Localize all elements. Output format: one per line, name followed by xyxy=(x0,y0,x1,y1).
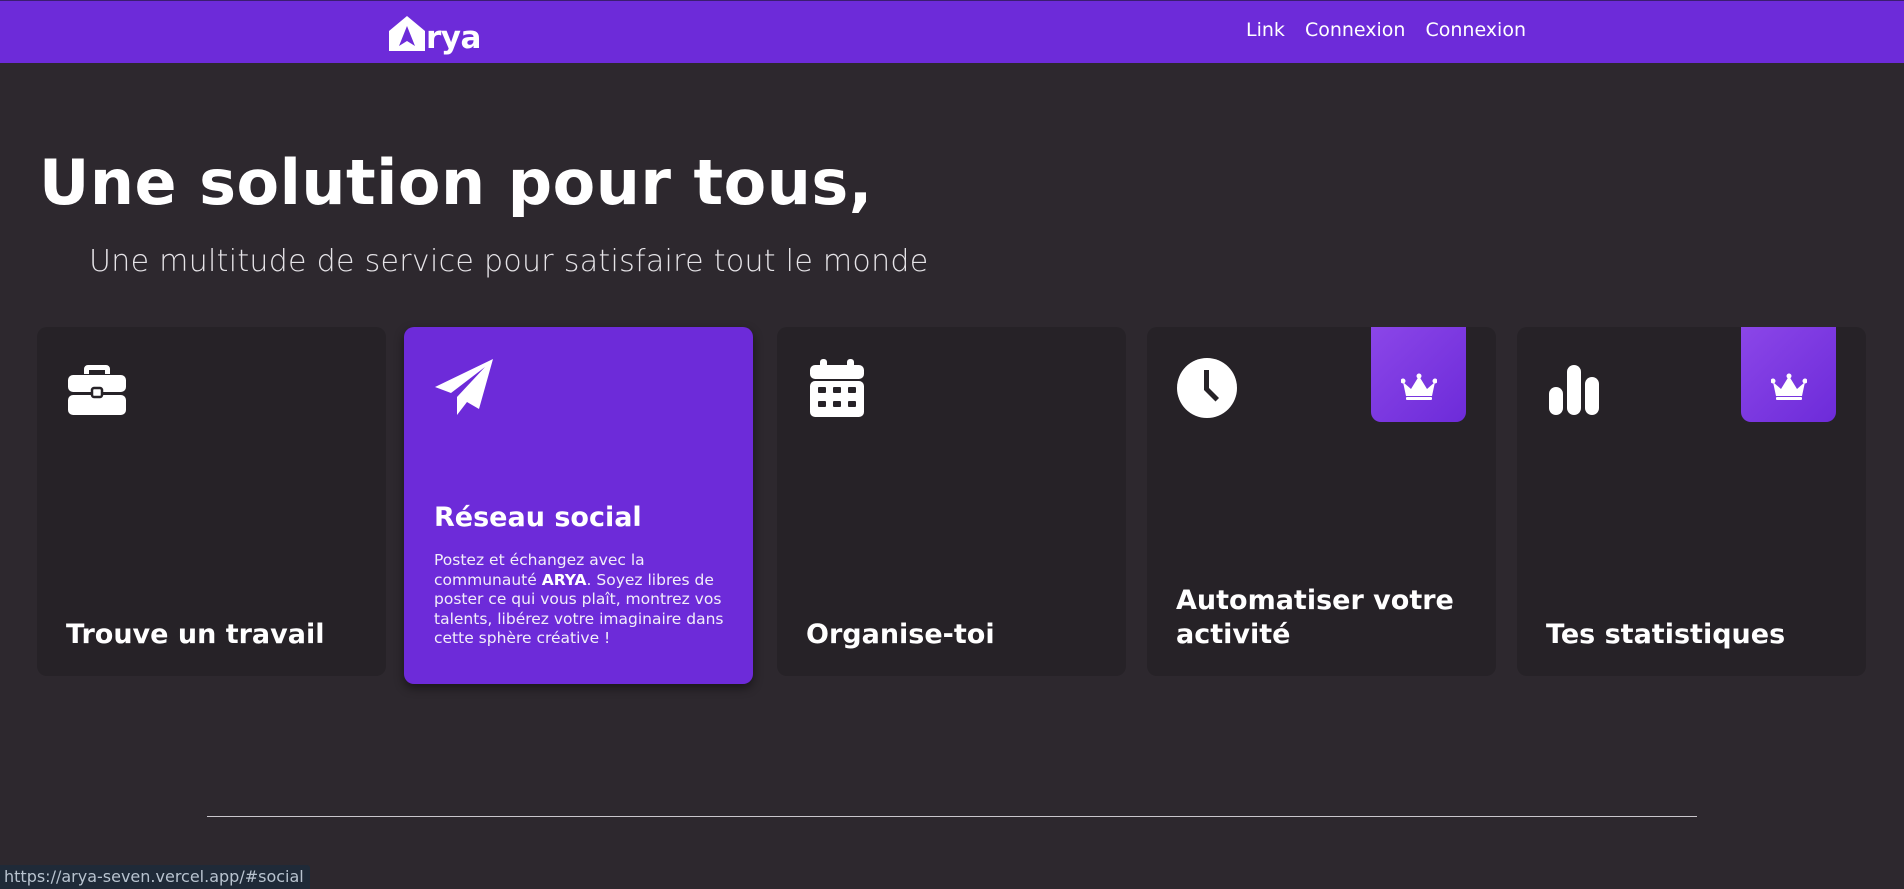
navbar: rya Link Connexion Connexion xyxy=(0,0,1904,63)
nav-links: Link Connexion Connexion xyxy=(1246,19,1526,41)
premium-badge xyxy=(1741,327,1836,422)
section-divider xyxy=(207,816,1697,817)
crown-icon xyxy=(1401,373,1437,400)
card-title: Réseau social xyxy=(434,502,642,533)
hero-subtitle: Une multitude de service pour satisfaire… xyxy=(89,244,929,279)
briefcase-icon xyxy=(66,357,128,419)
card-automatiser[interactable]: Automatiser votre activité xyxy=(1147,327,1496,676)
card-statistiques[interactable]: Tes statistiques xyxy=(1517,327,1866,676)
card-title: Tes statistiques xyxy=(1546,619,1786,650)
logo-text: rya xyxy=(426,20,481,56)
card-trouve-un-travail[interactable]: Trouve un travail xyxy=(37,327,386,676)
nav-link[interactable]: Link xyxy=(1246,19,1285,41)
premium-badge xyxy=(1371,327,1466,422)
card-title: Automatiser votre activité xyxy=(1176,585,1454,650)
bar-chart-icon xyxy=(1546,357,1608,419)
paper-plane-icon xyxy=(433,357,495,419)
card-reseau-social[interactable]: Réseau social Postez et échangez avec la… xyxy=(404,327,753,684)
card-title: Organise-toi xyxy=(806,619,995,650)
nav-connexion-link[interactable]: Connexion xyxy=(1305,19,1406,41)
card-organise-toi[interactable]: Organise-toi xyxy=(777,327,1126,676)
card-title: Trouve un travail xyxy=(66,619,325,650)
card-description: Postez et échangez avec la communauté AR… xyxy=(434,551,729,649)
arya-logo-icon xyxy=(389,16,425,51)
crown-icon xyxy=(1771,373,1807,400)
nav-connexion-link-2[interactable]: Connexion xyxy=(1425,19,1526,41)
hero-title: Une solution pour tous, xyxy=(39,146,873,219)
desc-brand: ARYA xyxy=(541,570,587,589)
calendar-icon xyxy=(806,357,868,419)
logo[interactable]: rya xyxy=(388,11,481,56)
clock-icon xyxy=(1176,357,1238,419)
status-bar-url: https://arya-seven.vercel.app/#social xyxy=(0,865,310,889)
